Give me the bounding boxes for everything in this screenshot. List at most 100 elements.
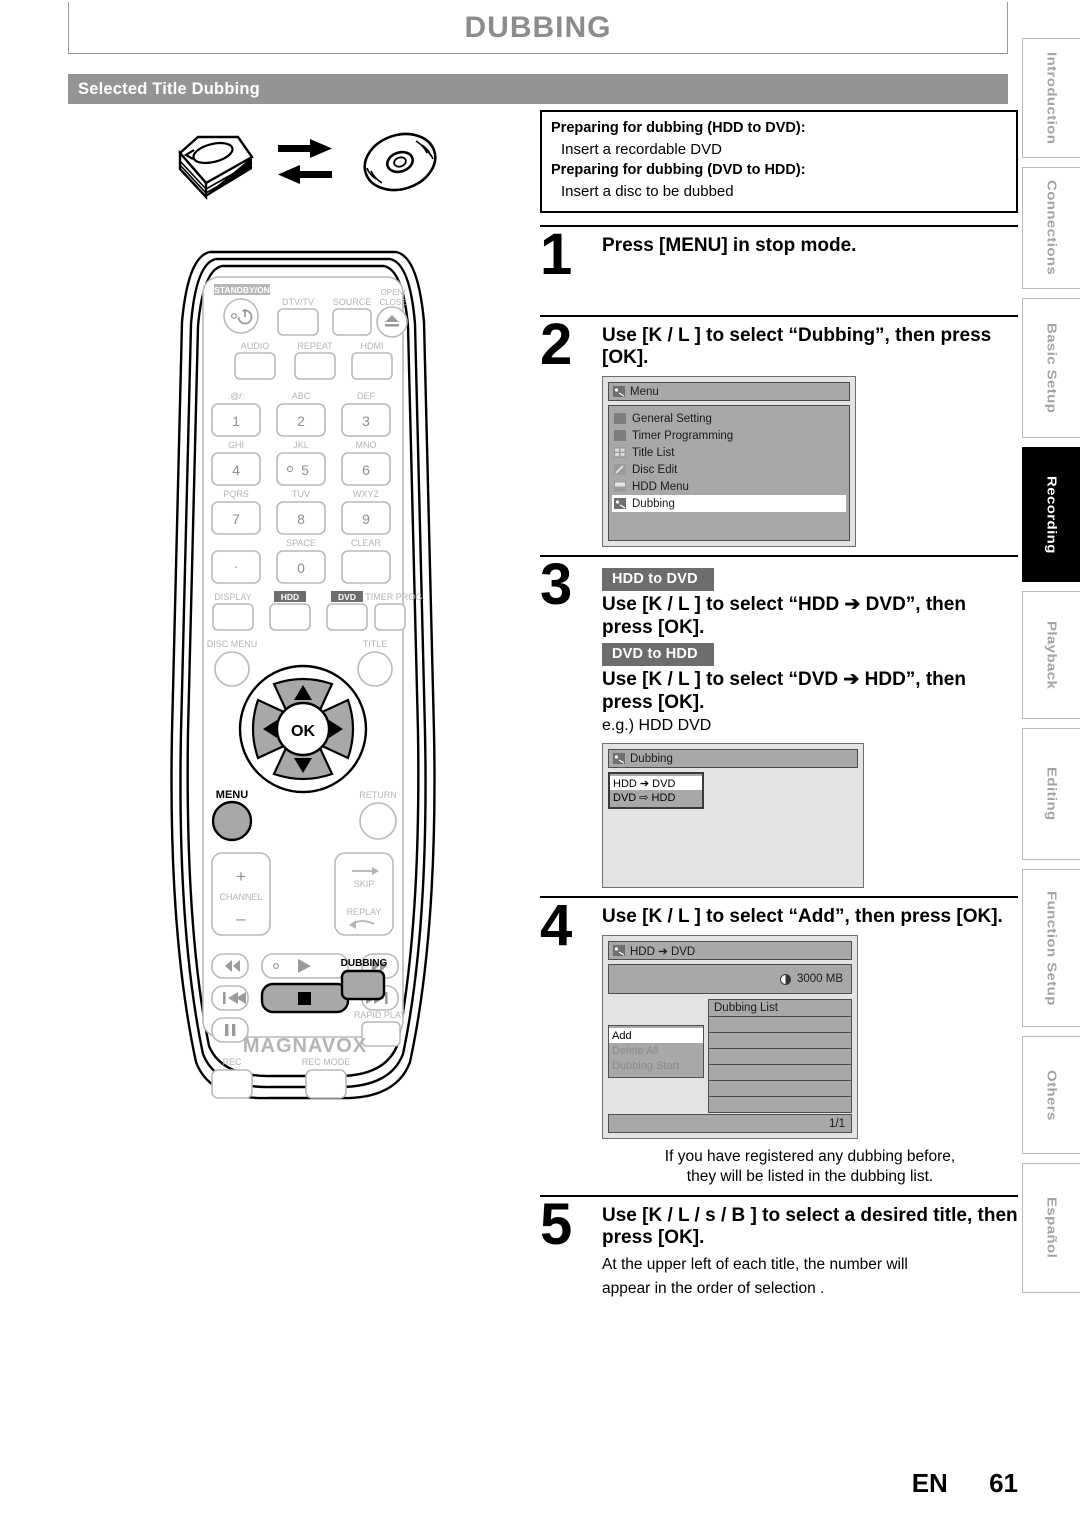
prep-dvd-to-hdd-label: Preparing for dubbing (DVD to HDD): (551, 162, 806, 179)
step-5-number: 5 (540, 1191, 573, 1257)
tab-label: Basic Setup (1044, 322, 1059, 414)
section-heading-bar: Selected Title Dubbing (68, 74, 1008, 104)
osd-menu-item-general-setting[interactable]: General Setting (612, 410, 846, 427)
osd-menu-item-timer-programming[interactable]: Timer Programming (612, 427, 846, 444)
osd-menu-item-label: Dubbing (632, 497, 675, 510)
osd-capacity-value: 3000 MB (796, 973, 843, 986)
osd-dubbing-titlebar: Dubbing (608, 749, 858, 769)
osd-dubbing-stage: HDD ➔ DVD DVD ⇨ HDD (608, 772, 858, 882)
tab-espanol[interactable]: Español (1022, 1163, 1080, 1293)
dubbing-icon (613, 945, 625, 957)
svg-text:CLEAR: CLEAR (351, 538, 382, 548)
osd-dubbing-list-titlebar: HDD ➔ DVD (608, 941, 852, 961)
step-3: 3 HDD to DVD Use [K / L ] to select “HDD… (540, 556, 1018, 896)
tag-hdd-to-dvd: HDD to DVD (602, 568, 714, 592)
page-title-box: DUBBING (68, 2, 1008, 54)
svg-text:9: 9 (362, 511, 370, 527)
prep-dvd-to-hdd-text: Insert a disc to be dubbed (561, 182, 734, 200)
svg-text:8: 8 (297, 511, 305, 527)
tab-label: Others (1044, 1069, 1059, 1121)
svg-text:0: 0 (297, 560, 305, 576)
svg-text:AUDIO: AUDIO (241, 341, 270, 351)
svg-text:5: 5 (301, 462, 309, 478)
osd-dubbing-list-header: Dubbing List (708, 999, 852, 1018)
square-icon (614, 413, 626, 425)
remote-brand-label: MAGNAVOX (242, 1035, 368, 1057)
osd-option-dvd-to-hdd[interactable]: DVD ⇨ HDD (610, 790, 702, 804)
footer-page-number: 61 (989, 1468, 1018, 1498)
prep-hdd-to-dvd-text: Insert a recordable DVD (561, 140, 722, 158)
step-3-title-hdd-dvd: Use [K / L ] to select “HDD ➔ DVD”, then… (602, 594, 966, 639)
osd-action-menu-column: Add Delete All Dubbing Start (608, 999, 704, 1109)
osd-menu-screen: Menu General Setting Timer Programming T… (602, 376, 856, 548)
svg-text:3: 3 (362, 413, 370, 429)
osd-menu-item-title-list[interactable]: Title List (612, 444, 846, 461)
svg-text:.@/:: .@/: (228, 391, 245, 401)
step-4-title: Use [K / L ] to select “Add”, then press… (602, 906, 1003, 928)
osd-page-indicator: 1/1 (608, 1114, 852, 1134)
osd-action-dubbing-start[interactable]: Dubbing Start (609, 1058, 703, 1073)
steps-column: Preparing for dubbing (HDD to DVD): Inse… (540, 110, 1018, 1308)
footer-language: EN (911, 1468, 948, 1498)
tab-others[interactable]: Others (1022, 1036, 1080, 1154)
osd-dubbing-list-row[interactable] (708, 1097, 852, 1114)
step-3-example-label: e.g.) HDD DVD (602, 717, 712, 735)
pencil-icon (614, 464, 626, 476)
step-5-note-line-1: At the upper left of each title, the num… (602, 1256, 908, 1274)
step-4-note-line-1: If you have registered any dubbing befor… (664, 1148, 956, 1166)
disc-capacity-icon (779, 973, 791, 985)
tab-label: Function Setup (1044, 890, 1059, 1006)
tab-editing[interactable]: Editing (1022, 728, 1080, 860)
osd-dubbing-list-row[interactable] (708, 1017, 852, 1034)
remote-brand: MAGNAVOX (170, 1035, 440, 1058)
svg-text:DVD: DVD (338, 592, 356, 602)
osd-capacity-bar: 3000 MB (608, 964, 852, 995)
svg-text:TITLE: TITLE (363, 639, 388, 649)
svg-text:DUBBING: DUBBING (341, 958, 388, 969)
svg-text:HDD: HDD (281, 592, 299, 602)
tab-basic-setup[interactable]: Basic Setup (1022, 298, 1080, 438)
svg-text:DISC MENU: DISC MENU (207, 639, 258, 649)
svg-text:HDMI: HDMI (361, 341, 384, 351)
osd-action-delete-all[interactable]: Delete All (609, 1043, 703, 1058)
osd-dubbing-list-row[interactable] (708, 1049, 852, 1066)
osd-menu-item-label: Disc Edit (632, 463, 678, 476)
osd-dubbing-list-body: Add Delete All Dubbing Start Dubbing Lis… (608, 999, 852, 1114)
tab-playback[interactable]: Playback (1022, 591, 1080, 719)
osd-menu-item-label: HDD Menu (632, 480, 689, 493)
tab-introduction[interactable]: Introduction (1022, 38, 1080, 158)
tab-recording[interactable]: Recording (1022, 447, 1080, 582)
remote-dubbing-section: DUBBING (330, 955, 440, 1105)
osd-action-add[interactable]: Add (609, 1028, 703, 1044)
osd-menu-titlebar: Menu (608, 382, 850, 402)
step-1-title: Press [MENU] in stop mode. (602, 234, 857, 256)
step-4-note-line-2: they will be listed in the dubbing list. (686, 1167, 934, 1185)
tab-label: Playback (1044, 620, 1059, 690)
osd-dubbing-list-row[interactable] (708, 1065, 852, 1082)
tab-connections[interactable]: Connections (1022, 167, 1080, 289)
svg-text:SPACE: SPACE (286, 538, 316, 548)
tab-label: Connections (1044, 180, 1059, 276)
svg-text:–: – (236, 909, 246, 928)
step-5-note-line-2: appear in the order of selection . (602, 1279, 825, 1297)
osd-menu-item-hdd-menu[interactable]: HDD Menu (612, 478, 846, 495)
osd-dubbing-list-row[interactable] (708, 1033, 852, 1050)
step-2: 2 Use [K / L ] to select “Dubbing”, then… (540, 315, 1018, 556)
step-5: 5 Use [K / L / s / B ] to select a desir… (540, 1191, 1018, 1308)
svg-text:DTV/TV: DTV/TV (282, 297, 314, 307)
osd-dubbing-direction-panel: HDD ➔ DVD DVD ⇨ HDD (608, 772, 704, 810)
tab-function-setup[interactable]: Function Setup (1022, 869, 1080, 1027)
svg-text:SOURCE: SOURCE (333, 297, 372, 307)
hdd-dvd-illustration (160, 125, 450, 201)
svg-text:GHI: GHI (228, 440, 244, 450)
svg-text:PQRS: PQRS (223, 489, 249, 499)
svg-text:MENU: MENU (216, 789, 248, 801)
osd-menu-item-dubbing[interactable]: Dubbing (612, 495, 846, 513)
osd-dubbing-list-column: Dubbing List (708, 999, 852, 1114)
osd-menu-item-disc-edit[interactable]: Disc Edit (612, 461, 846, 478)
svg-text:DEF: DEF (357, 391, 376, 401)
dubbing-icon (613, 386, 625, 398)
osd-dubbing-list-row[interactable] (708, 1081, 852, 1098)
osd-option-hdd-to-dvd[interactable]: HDD ➔ DVD (610, 776, 702, 791)
svg-text:SKIP: SKIP (354, 879, 375, 889)
